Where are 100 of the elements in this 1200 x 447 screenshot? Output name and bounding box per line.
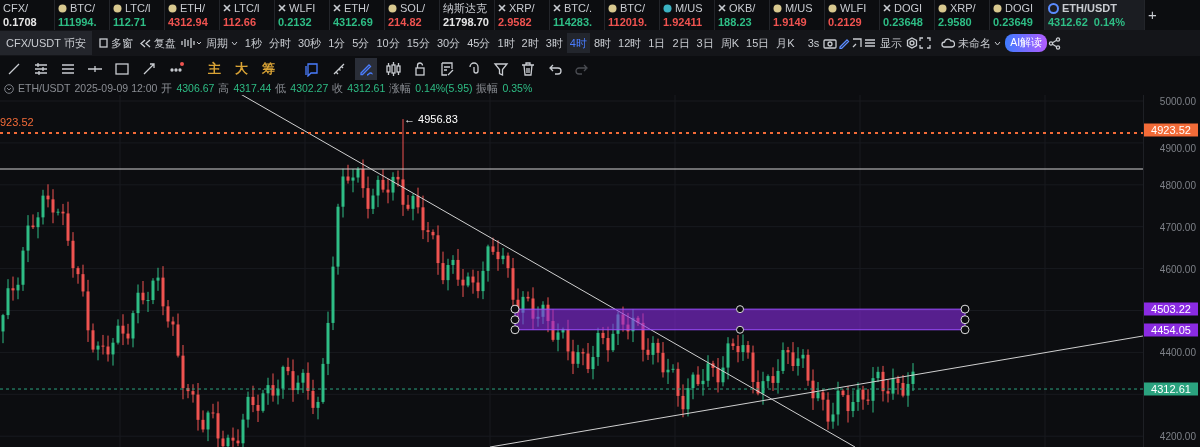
interval-tab[interactable]: 15分 <box>403 33 433 53</box>
ohlc-value: 0.35% <box>502 82 533 95</box>
waveform-icon[interactable] <box>179 37 202 49</box>
interval-tab[interactable]: 10分 <box>373 33 403 53</box>
ohlc-label: 高 <box>218 82 230 95</box>
ticker-symbol: LTC/l <box>234 1 260 15</box>
ticker-price: 4312.62 <box>1048 15 1088 29</box>
ticker-price: 214.82 <box>388 15 422 29</box>
pencil-icon[interactable] <box>838 37 851 49</box>
note-icon[interactable] <box>439 61 455 77</box>
ticker-price: 2.9582 <box>498 15 532 29</box>
export-icon[interactable] <box>851 37 864 49</box>
ticker-symbol: OKB/ <box>729 1 756 15</box>
period-dropdown[interactable]: 周期 <box>202 33 241 53</box>
lock-icon[interactable] <box>412 61 428 77</box>
interval-tab[interactable]: 1分 <box>325 33 349 53</box>
coin-icon <box>58 3 67 13</box>
interval-tab[interactable]: 30秒 <box>295 33 325 53</box>
interval-tab[interactable]: 12时 <box>615 33 645 53</box>
trash-icon[interactable] <box>520 61 536 77</box>
ticker-price: 114283. <box>553 15 593 29</box>
price-line-label: 923.52 <box>0 115 34 131</box>
coin-icon <box>168 3 177 13</box>
candle-datetime: 2025-09-09 12:00 <box>74 82 158 95</box>
interval-tab[interactable]: 2时 <box>518 33 542 53</box>
window-icon <box>98 38 108 48</box>
cloud-icon <box>941 38 956 48</box>
indicator-button[interactable]: 主 <box>203 58 225 80</box>
ticker-symbol: LTC/l <box>125 1 151 15</box>
display-button[interactable]: 显示 <box>877 33 906 53</box>
interval-tab[interactable]: 1时 <box>494 33 518 53</box>
refresh-interval[interactable]: 3s <box>804 33 823 53</box>
multi-window-button[interactable]: 多窗 <box>95 33 136 53</box>
ticker-price: 0.1708 <box>3 15 37 29</box>
price-range-rectangle[interactable] <box>510 304 970 335</box>
interval-tab[interactable]: 30分 <box>434 33 464 53</box>
coin-icon <box>113 3 122 13</box>
market-tab[interactable]: CFX/USDT 币安 <box>0 30 92 56</box>
interval-tab[interactable]: 8时 <box>591 33 615 53</box>
coin-icon <box>1048 2 1059 14</box>
cross-icon <box>333 4 341 12</box>
axis-label: 4700.00 <box>1159 220 1196 235</box>
ticker-symbol: WLFI <box>289 1 316 15</box>
ai-button[interactable]: AI解读 <box>1005 34 1048 52</box>
interval-tab[interactable]: 15日 <box>743 33 773 53</box>
interval-tab[interactable]: 1日 <box>645 33 669 53</box>
interval-tab[interactable]: 45分 <box>464 33 494 53</box>
indicator-button[interactable]: 筹 <box>257 58 279 80</box>
axis-label: 4400.00 <box>1159 345 1196 360</box>
collapse-icon[interactable] <box>4 83 14 94</box>
interval-tab[interactable]: 周K <box>717 33 743 53</box>
coin-icon <box>388 3 397 13</box>
interval-tab[interactable]: 3时 <box>542 33 566 53</box>
settings-icon[interactable] <box>906 37 919 49</box>
ticker-price: 4312.94 <box>168 15 208 29</box>
layout-dropdown[interactable]: 未命名 <box>938 33 1005 53</box>
high-price-label: ← 4956.83 <box>404 114 458 126</box>
ticker-price: 112.71 <box>113 15 147 29</box>
share-icon[interactable] <box>1048 36 1062 50</box>
coin-icon <box>938 3 947 13</box>
ohlc-label: 开 <box>161 82 173 95</box>
interval-tab[interactable]: 分时 <box>266 33 294 53</box>
ticker-change: 0.14% <box>1093 15 1125 29</box>
ticker-price: 1.9149 <box>773 15 807 29</box>
price-tag: 4454.05 <box>1144 323 1198 337</box>
arrow-line-icon[interactable] <box>141 61 157 77</box>
lines-icon[interactable] <box>60 61 76 77</box>
interval-tab[interactable]: 5分 <box>349 33 373 53</box>
rewind-icon <box>139 38 151 48</box>
interval-tab[interactable]: 4时 <box>566 33 590 53</box>
fullscreen-icon[interactable] <box>919 37 932 49</box>
replay-button[interactable]: 复盘 <box>136 33 179 53</box>
ticker-symbol: SOL/ <box>400 1 426 15</box>
ticker-symbol: DOGI <box>894 1 923 15</box>
add-tab-button[interactable]: + <box>1145 0 1160 30</box>
interval-tab[interactable]: 3日 <box>693 33 717 53</box>
interval-tab[interactable]: 2日 <box>669 33 693 53</box>
ticker-symbol: ETH/ <box>344 1 370 15</box>
list-icon[interactable] <box>864 38 877 48</box>
filter-icon[interactable] <box>493 61 509 77</box>
ticker-price: 0.2129 <box>828 15 862 29</box>
ticker-symbol: BTC/. <box>564 1 593 15</box>
line-tool-icon[interactable] <box>6 61 22 77</box>
sliders-icon[interactable] <box>33 61 49 77</box>
ticker-tab[interactable]: ETH/USDT 4312.62 0.14% <box>1045 0 1145 30</box>
candles-icon[interactable] <box>385 61 401 77</box>
interval-tab[interactable]: 1秒 <box>241 33 265 53</box>
ticker-price: 4312.69 <box>333 15 373 29</box>
ticker-price: 2.9580 <box>938 15 972 29</box>
axis-label: 4900.00 <box>1159 141 1196 156</box>
ruler-icon[interactable] <box>331 61 347 77</box>
indicator-button[interactable]: 大 <box>230 58 252 80</box>
ticker-symbol: BTC/ <box>620 1 646 15</box>
ticker-symbol: M/US <box>675 1 703 15</box>
rectangle-icon[interactable] <box>114 61 130 77</box>
coin-icon <box>608 3 617 13</box>
cross-icon <box>278 4 286 12</box>
interval-tab[interactable]: 月K <box>773 33 798 53</box>
camera-icon[interactable] <box>823 37 838 49</box>
caret-icon <box>230 40 238 46</box>
